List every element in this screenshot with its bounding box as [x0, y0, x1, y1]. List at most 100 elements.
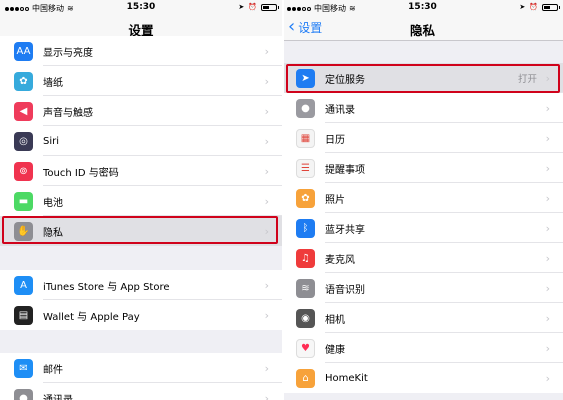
location-status-icon: ➤ [238, 3, 245, 11]
privacy-screen: 中国移动 ≋ 15:30 ➤ ⏰ ‹ 设置 隐私 ➤ 定位服务 打开 › ● 通讯录 › ▦ 日… [282, 0, 563, 400]
siri-icon: ◎ [14, 131, 33, 151]
list-item-label: 隐私 [43, 227, 63, 239]
list-item-label: 声音与触感 [43, 107, 93, 119]
list-item-homekit[interactable]: ⌂ HomeKit › [282, 363, 563, 393]
reminders-icon: ☰ [296, 158, 315, 178]
chevron-right-icon: › [264, 278, 269, 292]
settings-screen: 中国移动 ≋ 15:30 ➤ ⏰ 设置 AA 显示与亮度 › ✿ 墙纸 › ◀ 声音与触感 › ◎… [0, 0, 282, 400]
chevron-right-icon: › [264, 44, 269, 58]
list-item-wallpaper[interactable]: ✿ 墙纸 › [0, 66, 282, 96]
list-item-siri[interactable]: ◎ Siri › [0, 126, 282, 156]
list-item-battery[interactable]: ▬ 电池 › [0, 186, 282, 216]
list-item-label: 通讯录 [43, 394, 73, 400]
settings-group-2: AiTunes Store 与 App Store › ▤ Wallet 与 Appl… [0, 270, 282, 330]
list-item-label: 定位服务 [325, 74, 365, 86]
list-item-label: 相机 [325, 314, 345, 326]
list-item-photos[interactable]: ✿ 照片 › [282, 183, 563, 213]
list-item-label: 邮件 [43, 364, 63, 376]
list-item-label: Wallet 与 Apple Pay [43, 311, 140, 323]
list-item-contacts[interactable]: ● 通讯录 › [282, 93, 563, 123]
chevron-right-icon: › [264, 164, 269, 178]
list-item-mail[interactable]: ✉ 邮件 › [0, 353, 282, 383]
location-arrow-icon: ➤ [296, 68, 315, 88]
settings-group-3: ✉ 邮件 › ● 通讯录 › [0, 353, 282, 400]
list-item-wallet[interactable]: ▤ Wallet 与 Apple Pay › [0, 300, 282, 330]
homekit-icon: ⌂ [296, 368, 315, 388]
battery-status-icon [261, 3, 279, 11]
calendar-icon: ▦ [296, 128, 315, 148]
status-bar: 中国移动 ≋ 15:30 ➤ ⏰ [282, 0, 563, 16]
list-item-label: 显示与亮度 [43, 47, 93, 59]
list-item-label: iTunes Store 与 App Store [43, 281, 170, 293]
list-item-display-brightness[interactable]: AA 显示与亮度 › [0, 36, 282, 66]
list-item-touch-id[interactable]: ⊚ Touch ID 与密码 › [0, 156, 282, 186]
chevron-right-icon: › [264, 391, 269, 400]
chevron-right-icon: › [264, 361, 269, 375]
privacy-hand-icon: ✋ [14, 221, 33, 241]
chevron-right-icon: › [545, 311, 550, 325]
chevron-right-icon: › [545, 161, 550, 175]
contacts-icon: ● [296, 98, 315, 118]
list-item-bluetooth[interactable]: ᛒ 蓝牙共享 › [282, 213, 563, 243]
list-item-label: Touch ID 与密码 [43, 167, 119, 179]
list-item-label: 电池 [43, 197, 63, 209]
bluetooth-icon: ᛒ [296, 218, 315, 238]
list-item-health[interactable]: ♥ 健康 › [282, 333, 563, 363]
list-item-sound[interactable]: ◀ 声音与触感 › [0, 96, 282, 126]
list-item-label: 蓝牙共享 [325, 224, 365, 236]
list-item-label: 通讯录 [325, 104, 355, 116]
list-item-microphone[interactable]: ♫ 麦克风 › [282, 243, 563, 273]
list-item-reminders[interactable]: ☰ 提醒事项 › [282, 153, 563, 183]
health-icon: ♥ [296, 338, 315, 358]
sound-icon: ◀ [14, 101, 33, 121]
list-item-contacts[interactable]: ● 通讯录 › [0, 383, 282, 400]
list-item-label: Siri [43, 135, 60, 147]
speech-recognition-icon: ≋ [296, 278, 315, 298]
chevron-right-icon: › [264, 194, 269, 208]
location-status-icon: ➤ [519, 3, 526, 11]
mail-icon: ✉ [14, 358, 33, 378]
list-item-location-arrow[interactable]: ➤ 定位服务 打开 › [282, 63, 563, 93]
list-item-app-store[interactable]: AiTunes Store 与 App Store › [0, 270, 282, 300]
chevron-right-icon: › [545, 341, 550, 355]
chevron-right-icon: › [545, 191, 550, 205]
page-title: 隐私 [409, 23, 435, 38]
status-bar: 中国移动 ≋ 15:30 ➤ ⏰ [0, 0, 282, 16]
list-item-speech-recognition[interactable]: ≋ 语音识别 › [282, 273, 563, 303]
list-item-privacy-hand[interactable]: ✋ 隐私 › [0, 216, 282, 246]
list-item-label: 语音识别 [325, 284, 365, 296]
list-item-calendar[interactable]: ▦ 日历 › [282, 123, 563, 153]
display-brightness-icon: AA [14, 41, 33, 61]
list-item-label: 照片 [325, 194, 345, 206]
settings-group-1: AA 显示与亮度 › ✿ 墙纸 › ◀ 声音与触感 › ◎ Siri › ⊚ Touch ID 与密码 › ▬… [0, 36, 282, 246]
touch-id-icon: ⊚ [14, 161, 33, 181]
list-item-label: 提醒事项 [325, 164, 365, 176]
chevron-right-icon: › [545, 101, 550, 115]
battery-status-icon [542, 3, 560, 11]
camera-icon: ◉ [296, 308, 315, 328]
chevron-right-icon: › [545, 221, 550, 235]
privacy-group: ➤ 定位服务 打开 › ● 通讯录 › ▦ 日历 › ☰ 提醒事项 › ✿ 照片 › ᛒ 蓝牙共享 › ♫ 麦克风 › ≋ 语… [282, 63, 563, 393]
contacts-icon: ● [14, 388, 33, 400]
photos-icon: ✿ [296, 188, 315, 208]
app-store-icon: A [14, 275, 33, 295]
list-item-label: 健康 [325, 344, 345, 356]
list-item-label: 日历 [325, 134, 345, 146]
list-item-camera[interactable]: ◉ 相机 › [282, 303, 563, 333]
alarm-icon: ⏰ [529, 3, 538, 11]
list-item-label: HomeKit [325, 372, 368, 384]
chevron-right-icon: › [545, 251, 550, 265]
chevron-right-icon: › [264, 134, 269, 148]
chevron-right-icon: › [264, 74, 269, 88]
chevron-right-icon: › [264, 224, 269, 238]
nav-bar: ‹ 设置 隐私 [282, 16, 563, 41]
alarm-icon: ⏰ [248, 3, 257, 11]
chevron-right-icon: › [264, 308, 269, 322]
chevron-right-icon: › [545, 131, 550, 145]
microphone-icon: ♫ [296, 248, 315, 268]
chevron-right-icon: › [545, 71, 550, 85]
list-item-label: 墙纸 [43, 77, 63, 89]
battery-icon: ▬ [14, 191, 33, 211]
chevron-right-icon: › [545, 281, 550, 295]
wallet-icon: ▤ [14, 305, 33, 325]
